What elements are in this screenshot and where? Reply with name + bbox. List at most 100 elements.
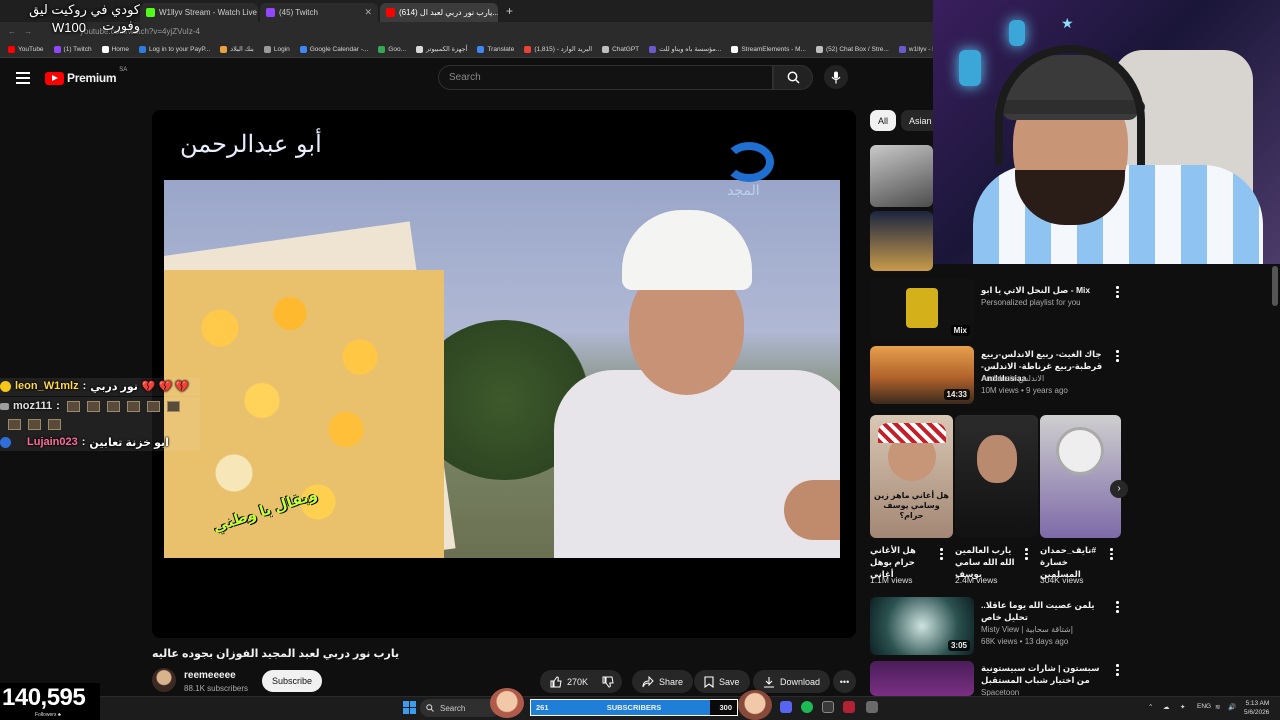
bookmark-item[interactable]: Log in to your PayP...: [138, 45, 211, 53]
app-icon[interactable]: [866, 701, 878, 713]
bookmark-item[interactable]: Translate: [477, 45, 514, 53]
taskbar-search[interactable]: Search: [420, 699, 500, 717]
short-thumbnail[interactable]: [1040, 415, 1121, 538]
emote-icon: [66, 400, 80, 412]
discord-icon[interactable]: [780, 701, 792, 713]
close-tab-icon[interactable]: ✕: [364, 7, 372, 18]
short-thumbnail[interactable]: [955, 415, 1038, 538]
bookmark-item[interactable]: مؤسسة باه ويناو للت...: [649, 45, 721, 53]
recommendation-thumbnail[interactable]: [870, 211, 933, 271]
bookmark-favicon-icon: [138, 45, 146, 53]
bookmark-item[interactable]: البريد الوارد - (1,815): [524, 45, 592, 53]
system-clock[interactable]: 5:13 AM 5/6/2026: [1244, 699, 1269, 717]
youtube-logo[interactable]: Premium SA: [45, 67, 127, 85]
recommendation-thumbnail[interactable]: 14:33: [870, 346, 974, 404]
video-player[interactable]: أبو عبدالرحمن ويقال يا وطني المجد: [152, 110, 856, 638]
subscribe-button[interactable]: Subscribe: [262, 670, 323, 692]
lantern-decoration: [1009, 20, 1025, 46]
share-button[interactable]: Share: [632, 670, 694, 693]
browser-tab-twitch[interactable]: (45) Twitch ✕: [260, 3, 378, 22]
recommendation-title[interactable]: سبستون | شارات سبيستونية من اختيار شباب …: [981, 662, 1109, 686]
bookmark-item[interactable]: (1) Twitch: [53, 45, 92, 53]
bookmark-label: Login: [273, 45, 290, 53]
bookmark-label: Log in to your PayP...: [148, 45, 211, 53]
chip-all[interactable]: All: [870, 110, 897, 131]
chat-username[interactable]: Lujain023: [27, 436, 78, 448]
bookmark-item[interactable]: بنك البلاد: [220, 45, 254, 53]
spotify-icon[interactable]: [801, 701, 813, 713]
hamburger-menu-icon[interactable]: [16, 72, 30, 84]
short-thumbnail[interactable]: هل أغاني ماهر زين وسامي يوسف حرام؟: [870, 415, 953, 538]
new-tab-button[interactable]: +: [506, 4, 513, 18]
video-frame[interactable]: ويقال يا وطني: [164, 180, 840, 558]
chat-username[interactable]: moz111: [13, 400, 52, 412]
chat-username[interactable]: leon_W1mlz: [15, 380, 79, 392]
channel-avatar[interactable]: [152, 668, 176, 692]
search-icon: [426, 704, 434, 712]
obs-icon[interactable]: [822, 701, 834, 713]
wifi-icon[interactable]: ≋: [1215, 703, 1220, 711]
volume-icon[interactable]: 🔊: [1228, 703, 1236, 711]
recommendation-channel[interactable]: Misty View | إشتاقة سحابية: [981, 625, 1073, 634]
thumbs-down-icon: [602, 676, 614, 688]
more-actions-button[interactable]: •••: [833, 670, 856, 693]
language-indicator[interactable]: ENG: [1197, 703, 1211, 710]
more-options-icon[interactable]: [1110, 548, 1113, 562]
recommendation-channel[interactable]: Andalusia الاندلس: [981, 374, 1044, 383]
scrollbar[interactable]: [1272, 266, 1278, 306]
download-button[interactable]: Download: [753, 670, 831, 693]
recommendation-thumbnail[interactable]: 3:05: [870, 597, 974, 655]
bookmark-item[interactable]: Login: [263, 45, 290, 53]
bookmark-item[interactable]: (52) Chat Box / Stre...: [815, 45, 889, 53]
chat-badge-icon: [0, 380, 11, 392]
bookmark-label: (52) Chat Box / Stre...: [825, 45, 889, 53]
bookmark-label: (1) Twitch: [63, 45, 92, 53]
tray-app-icon[interactable]: ✦: [1180, 703, 1185, 711]
recommendation-thumbnail[interactable]: [870, 145, 933, 207]
tray-chevron-icon[interactable]: ⌃: [1148, 703, 1153, 711]
bookmark-item[interactable]: StreamElements - M...: [731, 45, 806, 53]
address-bar[interactable]: ← → youtube.com/watch?v=4yjZVuIz-4: [0, 22, 935, 41]
more-options-icon[interactable]: [1116, 601, 1119, 615]
search-input[interactable]: Search: [438, 65, 773, 90]
bookmark-item[interactable]: ChatGPT: [602, 45, 639, 53]
channel-name[interactable]: reemeeeee: [184, 670, 236, 681]
chat-message: Lujain023 : ابو خزنة تعابين: [0, 433, 169, 451]
recommendation-thumbnail[interactable]: Mix: [870, 278, 974, 340]
bookmark-item[interactable]: Goo...: [378, 45, 406, 53]
recommendation-title[interactable]: Mix - صل النحل الاتي يا ابو: [981, 284, 1106, 296]
bookmark-label: w1llyv - Kick Stats...: [908, 45, 935, 53]
bookmark-item[interactable]: w1llyv - Kick Stats...: [898, 45, 935, 53]
emote-icon: [126, 400, 140, 412]
dislike-button[interactable]: [594, 670, 622, 693]
windows-start-icon[interactable]: [403, 701, 416, 714]
more-options-icon[interactable]: [1116, 350, 1119, 364]
search-button[interactable]: [773, 65, 813, 90]
voice-search-button[interactable]: [824, 65, 848, 89]
more-options-icon[interactable]: [940, 548, 943, 562]
webcam-feed: ★: [933, 0, 1280, 264]
app-icon[interactable]: [843, 701, 855, 713]
bookmark-item[interactable]: Google Calendar -...: [299, 45, 368, 53]
browser-tab-youtube[interactable]: (614) يارب نور دربي لعبد ال... ✕: [380, 3, 498, 22]
emote-icon: [48, 418, 61, 430]
bookmark-item[interactable]: Home: [101, 45, 129, 53]
shorts-next-button[interactable]: ›: [1110, 480, 1128, 498]
more-options-icon[interactable]: [1025, 548, 1028, 562]
browser-tab-kick[interactable]: W1llyv Stream - Watch Live on... ✕: [140, 3, 258, 22]
more-options-icon[interactable]: [1116, 286, 1119, 300]
bookmark-item[interactable]: YouTube: [8, 45, 44, 53]
save-button[interactable]: Save: [694, 670, 750, 693]
mix-badge: Mix: [950, 325, 970, 336]
recommendation-meta: Personalized playlist for you: [981, 298, 1081, 307]
bookmark-item[interactable]: أجهزة الكمبيوتر: [416, 45, 467, 53]
like-button[interactable]: 270K: [540, 670, 599, 693]
emote-icon: [8, 418, 21, 430]
recommendation-title[interactable]: يلمن عصيت الله يوما عاقلا.. تحليل خاص: [981, 599, 1109, 623]
recommendation-thumbnail[interactable]: [870, 661, 974, 696]
short-views: 304K views: [1040, 575, 1084, 585]
more-options-icon[interactable]: [1116, 664, 1119, 678]
tray-app-icon[interactable]: ☁: [1163, 703, 1170, 711]
bookmark-favicon-icon: [602, 45, 610, 53]
chat-badge-icon: [0, 402, 9, 410]
